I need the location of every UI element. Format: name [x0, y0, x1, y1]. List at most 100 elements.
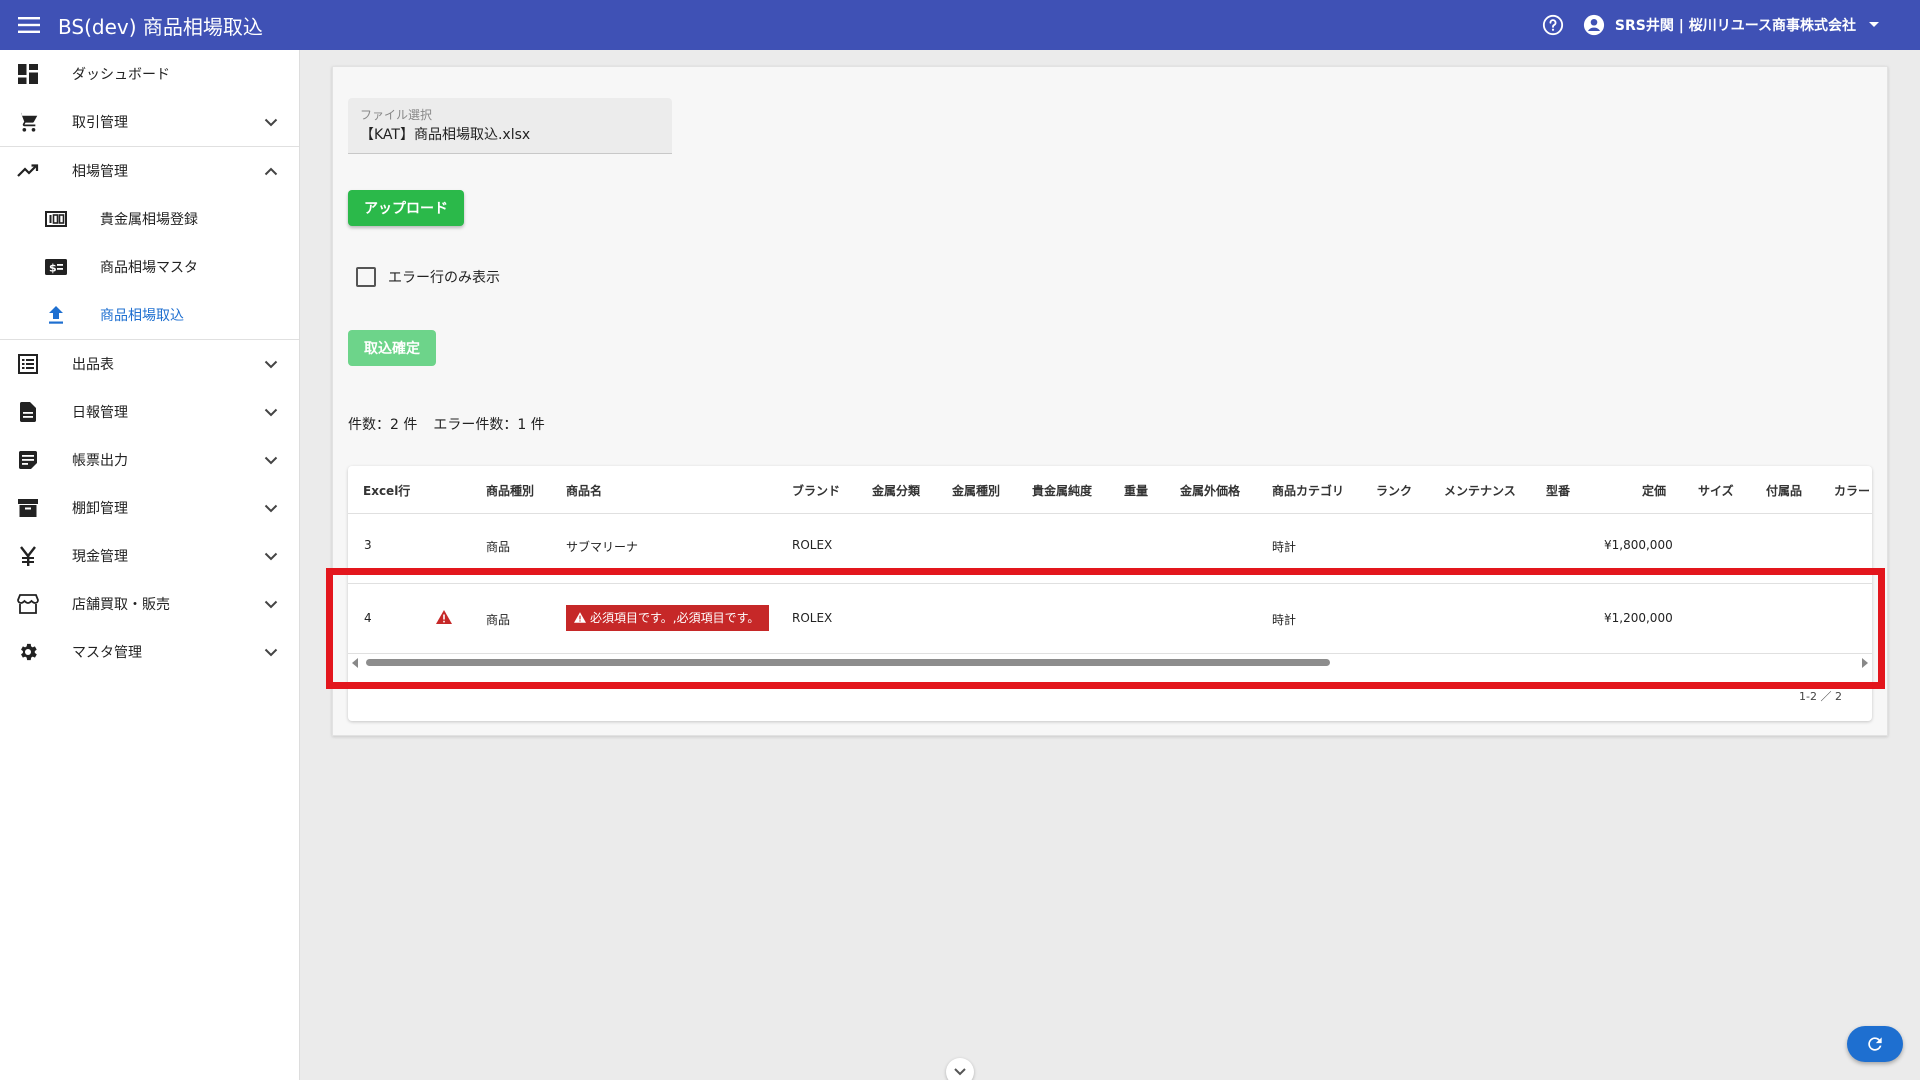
header-size[interactable]: サイズ	[1698, 482, 1734, 499]
cell-brand: ROLEX	[792, 611, 833, 625]
error-count: エラー件数：1 件	[433, 417, 545, 433]
header-maintenance[interactable]: メンテナンス	[1444, 482, 1516, 499]
chevron-down-icon	[261, 354, 281, 374]
header-purity[interactable]: 貴金属純度	[1032, 482, 1092, 499]
warning-icon	[436, 610, 452, 627]
horizontal-scrollbar[interactable]	[348, 654, 1872, 670]
store-icon	[16, 592, 40, 616]
error-only-checkbox[interactable]	[356, 267, 376, 287]
header-name[interactable]: 商品名	[566, 482, 602, 499]
sidebar-item-listing[interactable]: 出品表	[0, 340, 299, 388]
chevron-down-icon	[261, 498, 281, 518]
file-select-label: ファイル選択	[360, 108, 433, 122]
count-summary: 件数：2 件 エラー件数：1 件	[348, 414, 545, 434]
menu-icon	[18, 17, 40, 33]
chevron-down-icon	[261, 594, 281, 614]
header-model[interactable]: 型番	[1546, 482, 1570, 499]
sidebar-item-store[interactable]: 店舗買取・販売	[0, 580, 299, 628]
error-only-label: エラー行のみ表示	[388, 270, 500, 286]
svg-text:$: $	[49, 262, 57, 275]
cell-category: 時計	[1272, 613, 1297, 627]
sidebar-item-dashboard[interactable]: ダッシュボード	[0, 50, 299, 98]
upload-icon	[44, 303, 68, 327]
note-icon	[16, 448, 40, 472]
cell-category: 時計	[1272, 540, 1297, 554]
cell-excel-row: 3	[364, 538, 372, 552]
header-metal-type[interactable]: 金属種別	[952, 482, 1000, 499]
upload-button[interactable]: アップロード	[348, 190, 464, 226]
sidebar-item-precious-metal[interactable]: 貴金属相場登録	[0, 195, 299, 243]
sidebar-item-transactions[interactable]: 取引管理	[0, 98, 299, 146]
sidebar-item-daily-report[interactable]: 日報管理	[0, 388, 299, 436]
file-select-field[interactable]: ファイル選択 【KAT】商品相場取込.xlsx	[348, 98, 672, 154]
dollar-icon: $	[44, 255, 68, 279]
cell-list-price: ¥1,200,000	[1604, 611, 1673, 625]
chevron-down-icon	[261, 402, 281, 422]
scroll-down-button[interactable]	[946, 1058, 974, 1080]
table-header: Excel行 商品種別 商品名 ブランド 金属分類 金属種別 貴金属純度 重量 …	[348, 466, 1872, 514]
sidebar-item-product-import[interactable]: 商品相場取込	[0, 291, 299, 339]
sidebar-item-market[interactable]: 相場管理	[0, 147, 299, 195]
sidebar-item-label: 貴金属相場登録	[100, 212, 198, 228]
user-name: SRS井関 | 桜川リユース商事株式会社	[1614, 18, 1856, 34]
refresh-icon	[1868, 1037, 1882, 1051]
app-bar: BS(dev) 商品相場取込 SRS井関 | 桜川リユース商事株式会社	[0, 0, 1920, 50]
sidebar-item-cash[interactable]: 現金管理	[0, 532, 299, 580]
document-icon	[16, 400, 40, 424]
menu-button[interactable]	[0, 0, 58, 50]
chevron-down-icon	[261, 112, 281, 132]
header-metal-class[interactable]: 金属分類	[872, 482, 920, 499]
cell-brand: ROLEX	[792, 538, 833, 552]
sidebar-item-label: 相場管理	[72, 164, 128, 180]
header-list-price[interactable]: 定価	[1642, 482, 1666, 499]
cell-type: 商品	[486, 540, 511, 554]
yen-icon	[16, 544, 40, 568]
cell-type: 商品	[486, 613, 511, 627]
sidebar-item-label: 店舗買取・販売	[72, 597, 170, 613]
sidebar-item-label: 取引管理	[72, 115, 128, 131]
user-menu[interactable]: SRS井関 | 桜川リユース商事株式会社	[1583, 14, 1880, 36]
header-non-metal-price[interactable]: 金属外価格	[1180, 482, 1240, 499]
header-color[interactable]: カラー	[1834, 482, 1870, 499]
pagination-text: 1-2 ／ 2	[1799, 690, 1842, 703]
scroll-left-icon[interactable]	[352, 658, 358, 668]
table-row[interactable]: 3 商品 サブマリーナ ROLEX 時計 ¥1,800,000	[348, 514, 1872, 584]
help-button[interactable]	[1533, 5, 1573, 45]
sidebar-item-label: マスタ管理	[72, 645, 142, 661]
sidebar-item-master[interactable]: マスタ管理	[0, 628, 299, 676]
sidebar-item-label: 棚卸管理	[72, 501, 128, 517]
error-only-toggle[interactable]: エラー行のみ表示	[356, 267, 500, 287]
chevron-up-icon	[261, 161, 281, 181]
warning-icon	[574, 612, 586, 623]
trending-icon	[16, 159, 40, 183]
sidebar-item-label: 出品表	[72, 357, 114, 373]
table-row-error[interactable]: 4 商品 必須項目です。,必須項目です。 ROLEX 時計 ¥1,200,000	[348, 584, 1872, 654]
sidebar-item-product-master[interactable]: $ 商品相場マスタ	[0, 243, 299, 291]
chevron-down-icon	[261, 450, 281, 470]
scrollbar-thumb[interactable]	[366, 659, 1330, 666]
account-icon	[1583, 14, 1604, 36]
header-type[interactable]: 商品種別	[486, 482, 534, 499]
header-category[interactable]: 商品カテゴリ	[1272, 482, 1344, 499]
header-accessories[interactable]: 付属品	[1766, 482, 1802, 499]
sidebar-item-label: ダッシュボード	[72, 67, 170, 83]
archive-icon	[16, 496, 40, 520]
app-title: BS(dev) 商品相場取込	[58, 14, 263, 39]
sidebar-item-label: 帳票出力	[72, 453, 128, 469]
header-excel-row[interactable]: Excel行	[363, 482, 410, 499]
sidebar-item-label: 商品相場マスタ	[100, 260, 198, 276]
scroll-right-icon[interactable]	[1862, 658, 1868, 668]
header-brand[interactable]: ブランド	[792, 482, 840, 499]
sidebar-item-label: 現金管理	[72, 549, 128, 565]
header-weight[interactable]: 重量	[1124, 482, 1148, 499]
hundred-icon	[44, 207, 68, 231]
header-rank[interactable]: ランク	[1376, 482, 1412, 499]
sidebar-item-label: 日報管理	[72, 405, 128, 421]
refresh-button[interactable]	[1847, 1026, 1903, 1062]
sidebar-item-form-output[interactable]: 帳票出力	[0, 436, 299, 484]
sidebar-item-inventory[interactable]: 棚卸管理	[0, 484, 299, 532]
dropdown-icon	[1869, 22, 1879, 27]
error-message-badge: 必須項目です。,必須項目です。	[566, 605, 770, 631]
sidebar: ダッシュボード 取引管理 相場管理 貴金属相場登録 $ 商品相場マスタ 商品相場…	[0, 50, 300, 1080]
error-message-text: 必須項目です。,必須項目です。	[590, 611, 760, 625]
